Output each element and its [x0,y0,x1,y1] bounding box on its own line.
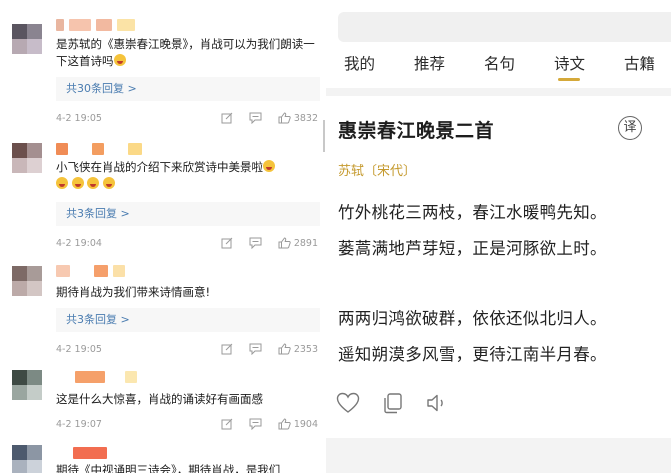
translate-button[interactable]: 译 [618,116,642,140]
reply-count-link[interactable]: 共3条回复 > [56,202,320,226]
like-count: 1904 [293,418,318,430]
heart-icon[interactable] [336,392,360,418]
tab-poems[interactable]: 诗文 [554,52,585,74]
tab-mine[interactable]: 我的 [344,52,375,74]
avatar[interactable] [12,266,42,296]
username-blurred[interactable] [56,264,125,278]
comment-date: 4-2 19:05 [56,112,102,124]
edit-icon[interactable] [221,343,233,355]
emoji-icon [113,54,126,66]
comment-meta: 4-2 19:05 3832 [56,111,318,125]
thumbs-up-icon [278,112,291,124]
username-blurred[interactable] [56,446,107,460]
poem-actions [336,392,450,418]
poem-line: 蒌蒿满地芦芽短，正是河豚欲上时。 [338,239,607,258]
comment-icon[interactable] [249,112,262,124]
thumbs-up-icon [278,343,291,355]
avatar[interactable] [12,370,42,400]
tab-bar: 我的 推荐 名句 诗文 古籍 [326,52,671,80]
poem-line: 遥知朔漠多风雪，更待江南半月春。 [338,345,607,364]
emoji-icon [87,177,100,189]
copy-icon[interactable] [382,392,404,418]
search-bar[interactable] [338,12,671,42]
poem-author[interactable]: 苏轼〔宋代〕 [338,160,416,179]
comment-text: 小飞侠在肖战的介绍下来欣赏诗中美景啦 [56,159,318,193]
avatar[interactable] [12,143,42,173]
tab-recommend[interactable]: 推荐 [414,52,445,74]
reply-count-link[interactable]: 共3条回复 > [56,308,320,332]
comment-list: 是苏轼的《惠崇春江晚景》，肖战可以为我们朗读一下这首诗吗 共30条回复 > 4-… [0,0,322,473]
comment-text: 期待肖战为我们带来诗情画意! [56,285,211,299]
bottom-divider [326,438,671,473]
like-count: 2891 [293,237,318,249]
thumbs-up-icon [278,237,291,249]
reply-count-link[interactable]: 共30条回复 > [56,77,320,101]
like-button[interactable]: 3832 [278,112,318,124]
emoji-icon [263,160,275,172]
comment-date: 4-2 19:05 [56,343,102,355]
section-divider [326,88,671,96]
comment-text: 期待《中视诵明三诗会》，期待肖战，是我们 [56,463,281,473]
comment-text: 是苏轼的《惠崇春江晚景》，肖战可以为我们朗读一下这首诗吗 [56,37,315,68]
scroll-indicator[interactable] [323,120,325,152]
like-button[interactable]: 2891 [278,237,318,249]
like-button[interactable]: 1904 [278,418,318,430]
poem-title: 惠崇春江晚景二首 [338,120,495,142]
edit-icon[interactable] [221,237,233,249]
comment-icon[interactable] [249,418,262,430]
emoji-icon [71,177,84,189]
tab-ancient-books[interactable]: 古籍 [624,52,655,74]
username-blurred[interactable] [56,142,142,156]
active-tab-indicator [558,78,580,81]
like-button[interactable]: 2353 [278,343,318,355]
poem-line: 两两归鸿欲破群，依依还似北归人。 [338,309,607,328]
comment-date: 4-2 19:04 [56,237,102,249]
tab-famous-lines[interactable]: 名句 [484,52,515,74]
comment-meta: 4-2 19:04 2891 [56,236,318,250]
emoji-icon [102,177,115,189]
edit-icon[interactable] [221,112,233,124]
comment-meta: 4-2 19:05 2353 [56,342,318,356]
like-count: 2353 [293,343,318,355]
username-blurred[interactable] [56,18,135,32]
emoji-icon [56,177,68,189]
comment-date: 4-2 19:07 [56,418,102,430]
avatar[interactable] [12,445,42,473]
comment-icon[interactable] [249,237,262,249]
comment-icon[interactable] [249,343,262,355]
avatar[interactable] [12,24,42,54]
like-count: 3832 [293,112,318,124]
thumbs-up-icon [278,418,291,430]
username-blurred[interactable] [56,370,137,384]
comment-meta: 4-2 19:07 1904 [56,417,318,431]
sound-icon[interactable] [426,392,450,418]
poem-panel: 我的 推荐 名句 诗文 古籍 惠崇春江晚景二首 译 苏轼〔宋代〕 竹外桃花三两枝… [326,0,671,473]
comment-text: 这是什么大惊喜，肖战的诵读好有画面感 [56,392,263,406]
edit-icon[interactable] [221,418,233,430]
poem-line: 竹外桃花三两枝，春江水暖鸭先知。 [338,203,607,222]
